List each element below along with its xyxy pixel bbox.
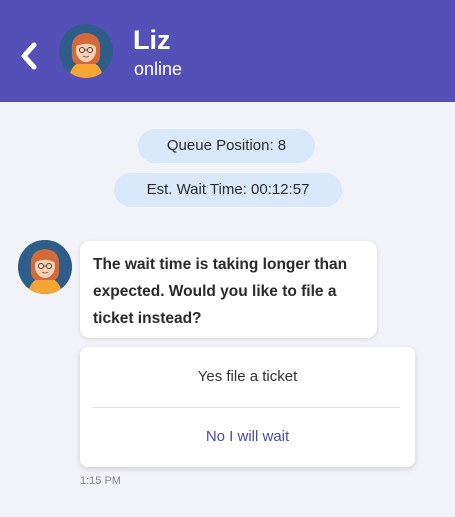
queue-position-badge: Queue Position: 8 [138,129,315,163]
back-button[interactable] [14,38,44,74]
agent-avatar[interactable] [59,24,113,78]
agent-avatar [18,240,72,294]
quick-reply-options: Yes file a ticket No I will wait [80,347,415,467]
wait-time-badge: Est. Wait Time: 00:12:57 [114,173,342,207]
no-wait-button[interactable]: No I will wait [80,407,415,467]
agent-name: Liz [133,25,171,55]
chevron-left-icon [21,42,37,70]
chat-header: Liz online [0,0,455,102]
agent-message-bubble: The wait time is taking longer than expe… [80,241,377,338]
agent-status: online [134,59,183,79]
message-timestamp: 1:15 PM [80,475,121,487]
yes-file-ticket-button[interactable]: Yes file a ticket [80,347,415,407]
